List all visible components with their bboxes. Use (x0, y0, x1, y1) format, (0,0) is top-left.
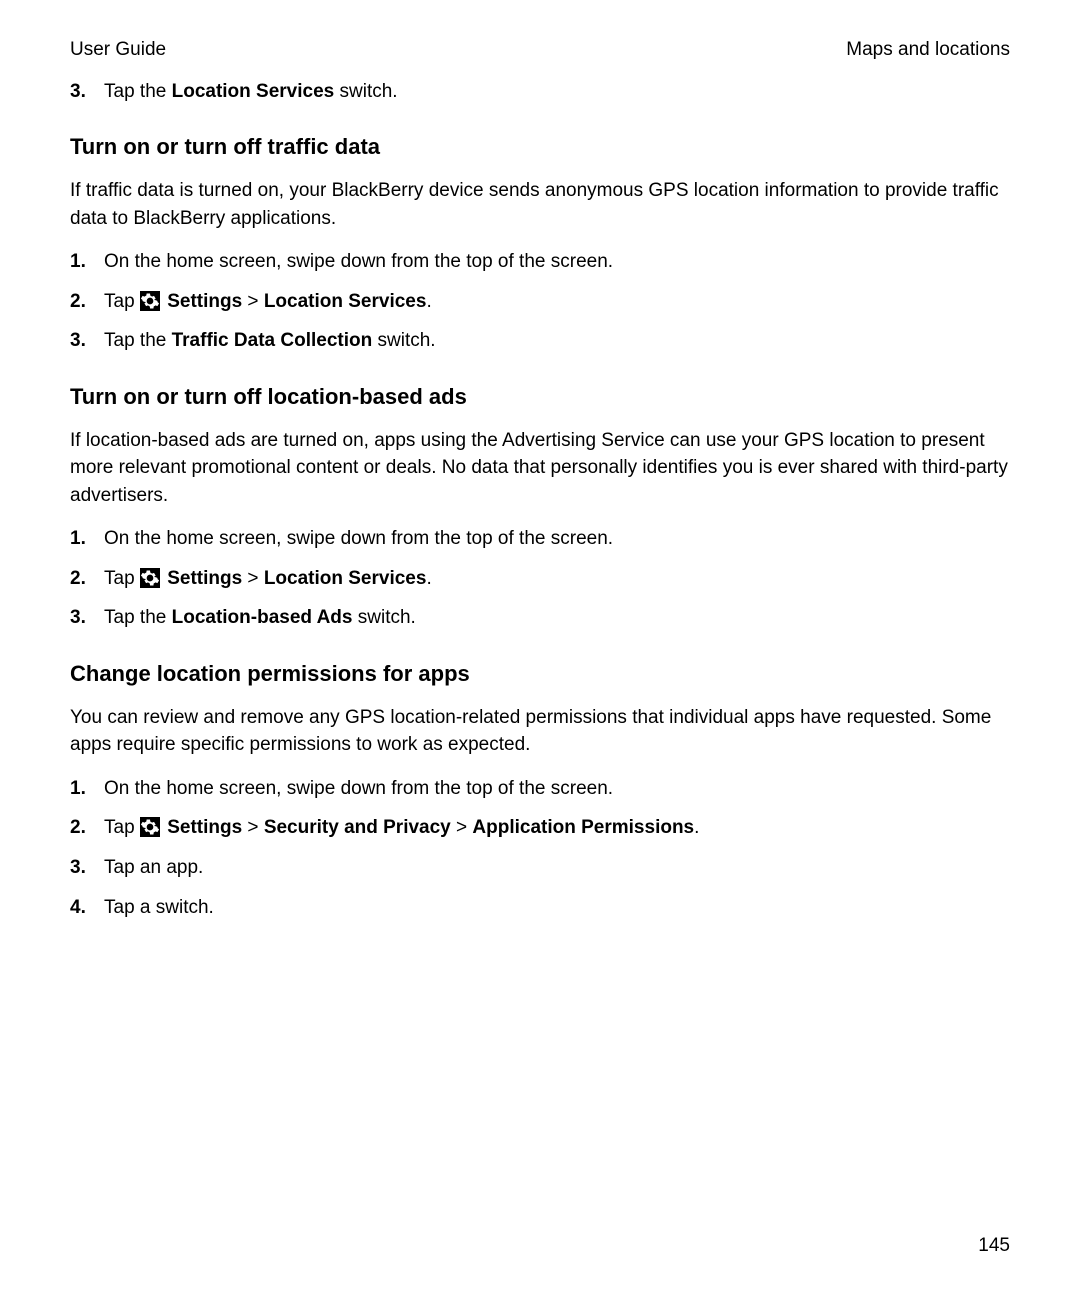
step-text-bold: Security and Privacy (264, 817, 451, 838)
step-item: Tap a switch. (70, 894, 1010, 922)
step-list: On the home screen, swipe down from the … (70, 775, 1010, 921)
section-heading: Change location permissions for apps (70, 658, 1010, 690)
section-paragraph: If location-based ads are turned on, app… (70, 427, 1010, 510)
step-text: switch. (352, 607, 415, 628)
step-text: On the home screen, swipe down from the … (104, 778, 613, 799)
section-heading: Turn on or turn off traffic data (70, 131, 1010, 163)
step-text-bold: Settings (167, 568, 242, 589)
step-text-bold: Settings (167, 291, 242, 312)
step-text: > (242, 568, 264, 589)
step-text: On the home screen, swipe down from the … (104, 251, 613, 272)
settings-gear-icon (140, 291, 160, 311)
step-text-bold: Location Services (264, 568, 427, 589)
step-item: Tap Settings > Security and Privacy > Ap… (70, 814, 1010, 842)
step-text: On the home screen, swipe down from the … (104, 528, 613, 549)
step-text: Tap the (104, 330, 172, 351)
settings-gear-icon (140, 817, 160, 837)
step-number: 3. (70, 78, 86, 106)
step-text: switch. (372, 330, 435, 351)
step-text-bold: Settings (167, 817, 242, 838)
section-heading: Turn on or turn off location-based ads (70, 381, 1010, 413)
continuation-step-3: 3. Tap the Location Services switch. (70, 78, 1010, 106)
step-text-bold: Traffic Data Collection (172, 330, 373, 351)
step-item: Tap Settings > Location Services. (70, 565, 1010, 593)
step-text: Tap (104, 568, 140, 589)
step-item: On the home screen, swipe down from the … (70, 248, 1010, 276)
step-text-prefix: Tap the (104, 81, 172, 102)
step-list: On the home screen, swipe down from the … (70, 525, 1010, 632)
step-text-bold: Location Services (172, 81, 335, 102)
step-item: On the home screen, swipe down from the … (70, 775, 1010, 803)
step-text: > (451, 817, 473, 838)
step-text: Tap the (104, 607, 172, 628)
page-number: 145 (978, 1232, 1010, 1260)
step-item: On the home screen, swipe down from the … (70, 525, 1010, 553)
section-paragraph: You can review and remove any GPS locati… (70, 704, 1010, 759)
step-text-bold: Location Services (264, 291, 427, 312)
header-left: User Guide (70, 36, 166, 64)
step-text-bold: Location-based Ads (172, 607, 353, 628)
step-text-bold: Application Permissions (472, 817, 694, 838)
step-list: On the home screen, swipe down from the … (70, 248, 1010, 355)
step-text: Tap (104, 817, 140, 838)
settings-gear-icon (140, 568, 160, 588)
step-item: Tap the Location-based Ads switch. (70, 604, 1010, 632)
step-text: . (694, 817, 699, 838)
step-text: > (242, 817, 264, 838)
step-text: Tap a switch. (104, 897, 214, 918)
step-text: . (426, 291, 431, 312)
step-text: Tap (104, 291, 140, 312)
step-text: . (426, 568, 431, 589)
continuation-step-list: 3. Tap the Location Services switch. (70, 78, 1010, 106)
step-item: Tap an app. (70, 854, 1010, 882)
step-item: Tap the Traffic Data Collection switch. (70, 327, 1010, 355)
section-paragraph: If traffic data is turned on, your Black… (70, 177, 1010, 232)
step-text: > (242, 291, 264, 312)
header-right: Maps and locations (846, 36, 1010, 64)
page-header: User Guide Maps and locations (70, 36, 1010, 64)
step-text: Tap an app. (104, 857, 203, 878)
step-item: Tap Settings > Location Services. (70, 288, 1010, 316)
step-text-suffix: switch. (334, 81, 397, 102)
